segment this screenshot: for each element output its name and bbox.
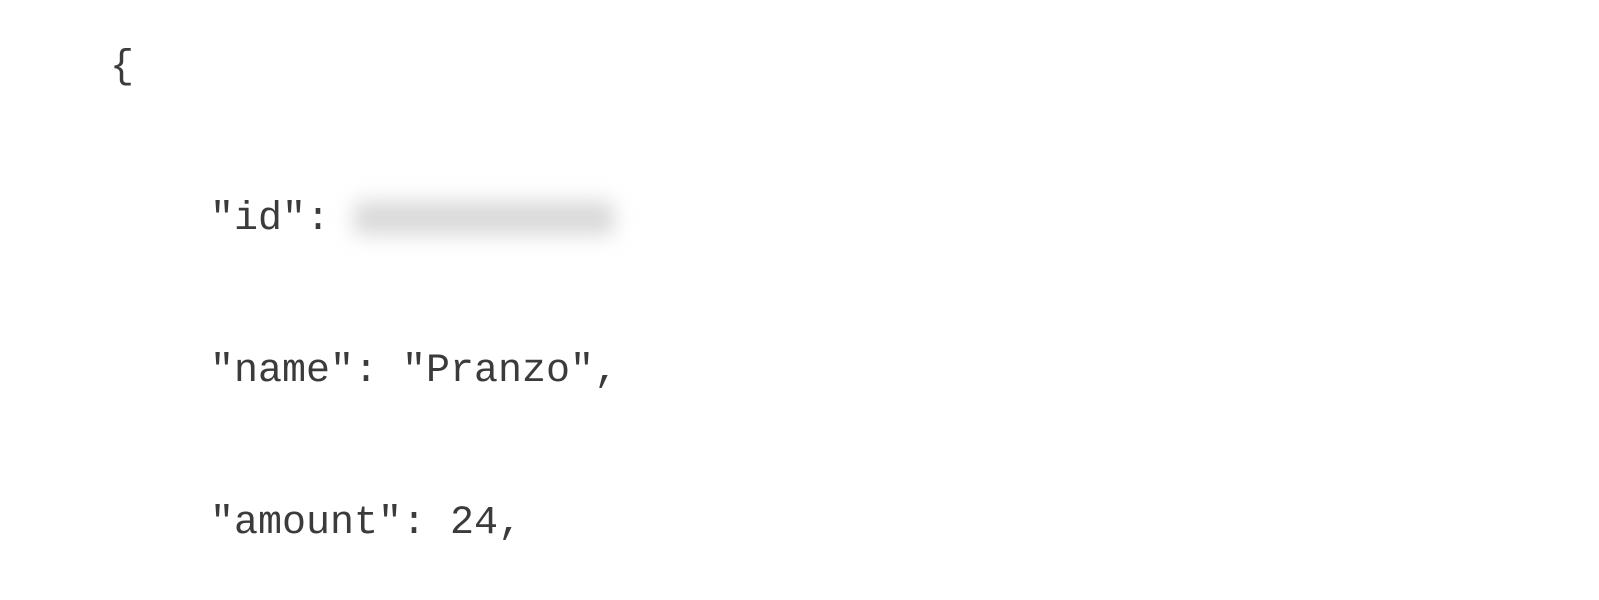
line-id-key: "id": [210,197,354,242]
line-name: "name": "Pranzo", [110,334,1599,410]
line-amount: "amount": 24, [110,486,1599,562]
redacted-id-value [354,201,614,235]
line-open-brace: { [110,30,1599,106]
line-id: "id": [110,182,1599,258]
json-snippet: { "id": "name": "Pranzo", "amount": 24, … [0,0,1599,600]
